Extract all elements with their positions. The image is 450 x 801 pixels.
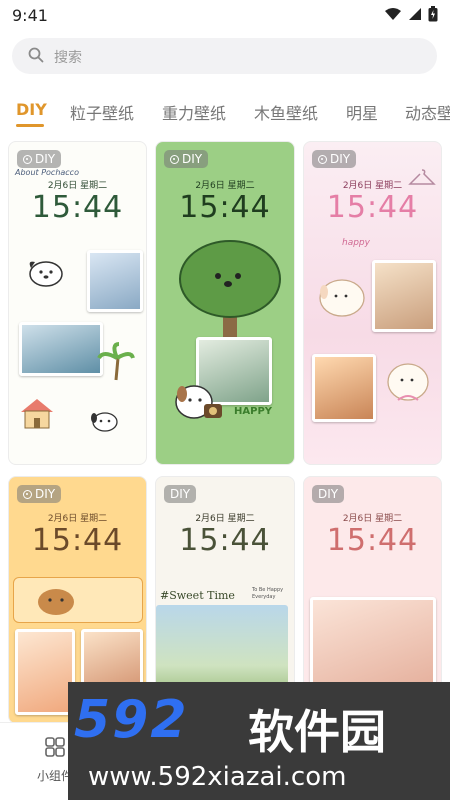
diy-badge: DIY <box>164 150 209 168</box>
tree-sticker-icon <box>179 240 281 342</box>
card-clock: 15:44 <box>326 190 419 225</box>
diy-badge: DIY <box>312 150 357 168</box>
card-caption: HAPPY <box>234 406 273 417</box>
badge-label: DIY <box>330 152 351 166</box>
dog-sticker-icon <box>29 261 63 287</box>
diy-badge: DIY <box>164 485 197 503</box>
badge-label: DIY <box>35 152 56 166</box>
card-caption: About Pochacco <box>15 168 79 177</box>
lamb-sticker-icon <box>319 279 365 317</box>
dog-camera-sticker-icon <box>175 385 222 419</box>
active-tab-indicator <box>16 124 44 127</box>
diy-badge: DIY <box>17 485 62 503</box>
tab-particle-wallpaper[interactable]: 粒子壁纸 <box>70 100 134 124</box>
card-clock: 15:44 <box>179 523 271 558</box>
card-photo <box>372 260 436 332</box>
tab-celebrity[interactable]: 明星 <box>346 100 378 124</box>
diy-badge: DIY <box>312 485 345 503</box>
card-clock: 15:44 <box>31 523 124 558</box>
tab-diy[interactable]: DIY <box>16 100 47 119</box>
palm-sticker-icon <box>97 342 135 381</box>
category-tabs: DIY 粒子壁纸 重力壁纸 木鱼壁纸 明星 动态壁 <box>0 96 450 132</box>
watermark-url: www.592xiazai.com <box>88 762 347 792</box>
tab-gravity-wallpaper[interactable]: 重力壁纸 <box>162 100 226 124</box>
wallpaper-card-1[interactable]: DIY About Pochacco 2月6日 星期二 15:44 <box>8 141 147 465</box>
badge-dot-icon <box>170 154 179 164</box>
badge-label: DIY <box>182 152 203 166</box>
battery-icon <box>428 6 438 22</box>
hanger-icon <box>408 169 436 185</box>
badge-dot-icon <box>23 154 32 164</box>
tab-wooden-fish-wallpaper[interactable]: 木鱼壁纸 <box>254 100 318 124</box>
puppy-sticker-icon <box>91 412 118 432</box>
card-clock: 15:44 <box>179 190 271 225</box>
search-icon <box>28 47 44 63</box>
status-time: 9:41 <box>12 6 48 25</box>
badge-label: DIY <box>318 487 339 501</box>
card-photo <box>15 629 75 715</box>
status-bar: 9:41 <box>0 0 450 32</box>
card-clock: 15:44 <box>326 523 419 558</box>
house-sticker-icon <box>21 399 53 429</box>
search-bar[interactable]: 搜索 <box>12 38 437 74</box>
badge-dot-icon <box>23 489 32 499</box>
cellular-icon <box>409 8 421 20</box>
card-photo <box>87 250 143 312</box>
watermark-logo: 592 <box>74 690 189 750</box>
sticker-panel <box>13 577 143 623</box>
card-caption: happy <box>342 238 370 248</box>
search-input[interactable]: 搜索 <box>54 47 82 67</box>
watermark-banner: 592 软件园 www.592xiazai.com <box>68 682 450 800</box>
card-photo <box>312 354 376 422</box>
card-caption: #Sweet Time <box>160 589 235 602</box>
watermark-name: 软件园 <box>248 705 386 759</box>
badge-dot-icon <box>318 154 327 164</box>
status-icons <box>384 6 438 22</box>
card-photo <box>19 322 103 376</box>
wifi-icon <box>385 8 401 20</box>
wallpaper-card-2[interactable]: DIY 2月6日 星期二 15:44 HAPPY <box>155 141 295 465</box>
badge-label: DIY <box>35 487 56 501</box>
widget-icon <box>45 737 65 757</box>
card-caption-small: To Be Happy Everyday <box>252 587 284 600</box>
wallpaper-card-3[interactable]: DIY 2月6日 星期二 15:44 happy <box>303 141 442 465</box>
diy-badge: DIY <box>17 150 62 168</box>
tab-dynamic-wallpaper[interactable]: 动态壁 <box>405 100 450 124</box>
lamb-sticker-icon <box>387 363 429 401</box>
capybara-sticker-icon <box>38 589 74 615</box>
badge-label: DIY <box>170 487 191 501</box>
card-clock: 15:44 <box>31 190 124 225</box>
